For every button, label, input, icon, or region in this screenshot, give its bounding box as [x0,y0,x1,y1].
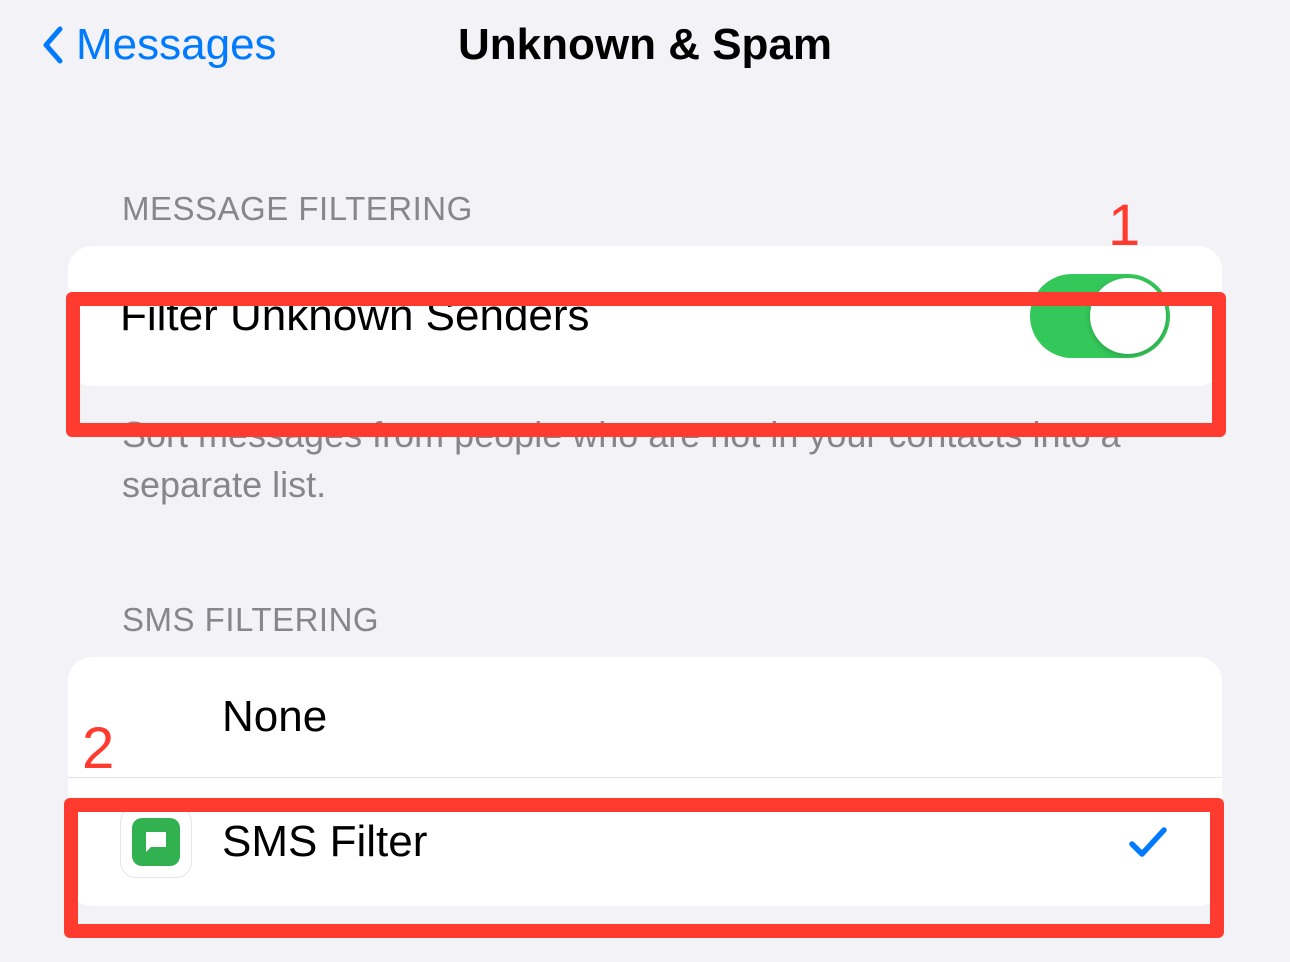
sms-filtering-header: SMS FILTERING [68,601,1222,639]
message-filtering-footer: Sort messages from people who are not in… [68,386,1222,511]
content-area: MESSAGE FILTERING Filter Unknown Senders… [0,190,1290,906]
sms-filtering-group: None SMS Filter [68,657,1222,906]
sms-filter-none-label: None [222,692,1170,742]
navigation-bar: Messages Unknown & Spam [0,0,1290,90]
chevron-left-icon [40,25,64,65]
filter-unknown-senders-row[interactable]: Filter Unknown Senders [68,246,1222,386]
annotation-number-1: 1 [1108,192,1140,259]
filter-unknown-senders-label: Filter Unknown Senders [120,291,1030,341]
page-title: Unknown & Spam [458,20,832,70]
checkmark-icon [1126,822,1170,862]
back-label: Messages [76,20,277,70]
sms-filter-app-icon [120,806,192,878]
sms-filter-option-none[interactable]: None [68,657,1222,777]
sms-filter-label: SMS Filter [222,817,1126,867]
sms-filter-option-smsfilter[interactable]: SMS Filter [68,777,1222,906]
message-bubble-icon [132,818,180,866]
annotation-number-2: 2 [82,715,114,782]
filter-unknown-senders-toggle[interactable] [1030,274,1170,358]
message-filtering-header: MESSAGE FILTERING [68,190,1222,228]
toggle-knob [1090,278,1166,354]
message-filtering-group: Filter Unknown Senders [68,246,1222,386]
back-button[interactable]: Messages [40,20,277,70]
